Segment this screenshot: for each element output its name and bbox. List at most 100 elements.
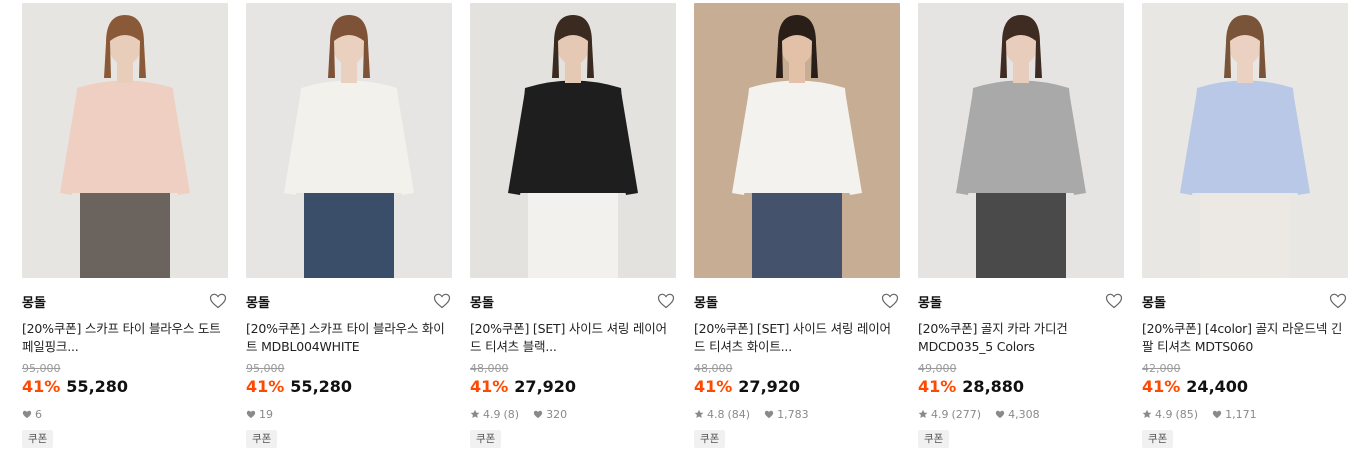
sale-price: 27,920 <box>738 377 801 396</box>
brand-row: 몽돌 <box>694 292 900 311</box>
like-count: 19 <box>259 407 273 421</box>
model-photo <box>918 3 1124 278</box>
model-photo <box>22 3 228 278</box>
like-count: 1,171 <box>1225 407 1257 421</box>
rating-value: 4.9 <box>1155 407 1173 421</box>
brand-row: 몽돌 <box>470 292 676 311</box>
sale-price: 28,880 <box>962 377 1025 396</box>
product-card-6[interactable]: 몽돌 [20%쿠폰] [4color] 골지 라운드넥 긴팔 티셔츠 MDTS0… <box>1142 3 1348 448</box>
product-card-4[interactable]: 몽돌 [20%쿠폰] [SET] 사이드 셔링 레이어드 티셔츠 화이트... … <box>694 3 900 448</box>
product-title[interactable]: [20%쿠폰] [SET] 사이드 셔링 레이어드 티셔츠 화이트... <box>694 320 900 356</box>
product-meta: 4.9 (277) 4,308 <box>918 407 1124 421</box>
discount-rate: 41% <box>246 377 285 396</box>
original-price: 48,000 <box>470 362 509 375</box>
product-card-2[interactable]: 몽돌 [20%쿠폰] 스카프 타이 블라우스 화이트 MDBL004WHITE … <box>246 3 452 448</box>
coupon-badge: 쿠폰 <box>246 430 278 448</box>
price-row: 41% 24,400 <box>1142 377 1348 396</box>
discount-rate: 41% <box>918 377 957 396</box>
like-heart-icon <box>995 410 1005 419</box>
coupon-badge: 쿠폰 <box>918 430 950 448</box>
sale-price: 24,400 <box>1186 377 1249 396</box>
like-heart-icon <box>764 410 774 419</box>
star-icon <box>694 409 704 419</box>
model-photo <box>1142 3 1348 278</box>
brand-row: 몽돌 <box>22 292 228 311</box>
like-heart-icon <box>246 410 256 419</box>
discount-rate: 41% <box>694 377 733 396</box>
product-title[interactable]: [20%쿠폰] [4color] 골지 라운드넥 긴팔 티셔츠 MDTS060 <box>1142 320 1348 356</box>
star-icon <box>1142 409 1152 419</box>
model-photo <box>694 3 900 278</box>
heart-icon[interactable] <box>209 293 227 309</box>
star-icon <box>918 409 928 419</box>
like-count: 1,783 <box>777 407 809 421</box>
like-heart-icon <box>533 410 543 419</box>
original-price: 48,000 <box>694 362 733 375</box>
price-row: 41% 27,920 <box>694 377 900 396</box>
coupon-badge: 쿠폰 <box>1142 430 1174 448</box>
review-count: (84) <box>727 407 751 421</box>
brand-name[interactable]: 몽돌 <box>1142 292 1166 311</box>
review-count: (277) <box>951 407 982 421</box>
coupon-badge: 쿠폰 <box>694 430 726 448</box>
original-price: 95,000 <box>22 362 61 375</box>
discount-rate: 41% <box>470 377 509 396</box>
like-heart-icon <box>22 410 32 419</box>
rating-value: 4.8 <box>707 407 725 421</box>
product-card-1[interactable]: 몽돌 [20%쿠폰] 스카프 타이 블라우스 도트페일핑크... 95,000 … <box>22 3 228 448</box>
heart-icon[interactable] <box>1329 293 1347 309</box>
model-photo <box>246 3 452 278</box>
product-title[interactable]: [20%쿠폰] [SET] 사이드 셔링 레이어드 티셔츠 블랙... <box>470 320 676 356</box>
coupon-badge: 쿠폰 <box>22 430 54 448</box>
product-image[interactable] <box>470 3 676 278</box>
product-meta: 4.9 (8) 320 <box>470 407 676 421</box>
product-image[interactable] <box>694 3 900 278</box>
product-meta: 19 <box>246 407 452 421</box>
original-price: 95,000 <box>246 362 285 375</box>
product-image[interactable] <box>22 3 228 278</box>
like-heart-icon <box>1212 410 1222 419</box>
original-price: 42,000 <box>1142 362 1181 375</box>
product-meta: 4.8 (84) 1,783 <box>694 407 900 421</box>
heart-icon[interactable] <box>881 293 899 309</box>
brand-name[interactable]: 몽돌 <box>246 292 270 311</box>
brand-name[interactable]: 몽돌 <box>470 292 494 311</box>
heart-icon[interactable] <box>433 293 451 309</box>
brand-row: 몽돌 <box>918 292 1124 311</box>
model-photo <box>470 3 676 278</box>
product-image[interactable] <box>918 3 1124 278</box>
price-row: 41% 28,880 <box>918 377 1124 396</box>
brand-name[interactable]: 몽돌 <box>918 292 942 311</box>
brand-name[interactable]: 몽돌 <box>22 292 46 311</box>
brand-row: 몽돌 <box>1142 292 1348 311</box>
price-row: 41% 27,920 <box>470 377 676 396</box>
review-count: (8) <box>503 407 520 421</box>
product-title[interactable]: [20%쿠폰] 스카프 타이 블라우스 화이트 MDBL004WHITE <box>246 320 452 356</box>
product-image[interactable] <box>1142 3 1348 278</box>
like-count: 4,308 <box>1008 407 1040 421</box>
sale-price: 55,280 <box>66 377 129 396</box>
sale-price: 55,280 <box>290 377 353 396</box>
heart-icon[interactable] <box>1105 293 1123 309</box>
product-meta: 6 <box>22 407 228 421</box>
price-row: 41% 55,280 <box>246 377 452 396</box>
heart-icon[interactable] <box>657 293 675 309</box>
discount-rate: 41% <box>22 377 61 396</box>
product-card-5[interactable]: 몽돌 [20%쿠폰] 골지 카라 가디건 MDCD035_5 Colors 49… <box>918 3 1124 448</box>
discount-rate: 41% <box>1142 377 1181 396</box>
coupon-badge: 쿠폰 <box>470 430 502 448</box>
sale-price: 27,920 <box>514 377 577 396</box>
product-title[interactable]: [20%쿠폰] 스카프 타이 블라우스 도트페일핑크... <box>22 320 228 356</box>
product-image[interactable] <box>246 3 452 278</box>
product-title[interactable]: [20%쿠폰] 골지 카라 가디건 MDCD035_5 Colors <box>918 320 1124 356</box>
brand-name[interactable]: 몽돌 <box>694 292 718 311</box>
like-count: 6 <box>35 407 42 421</box>
product-meta: 4.9 (85) 1,171 <box>1142 407 1348 421</box>
product-card-3[interactable]: 몽돌 [20%쿠폰] [SET] 사이드 셔링 레이어드 티셔츠 블랙... 4… <box>470 3 676 448</box>
price-row: 41% 55,280 <box>22 377 228 396</box>
rating-value: 4.9 <box>931 407 949 421</box>
review-count: (85) <box>1175 407 1199 421</box>
rating-value: 4.9 <box>483 407 501 421</box>
like-count: 320 <box>546 407 568 421</box>
star-icon <box>470 409 480 419</box>
